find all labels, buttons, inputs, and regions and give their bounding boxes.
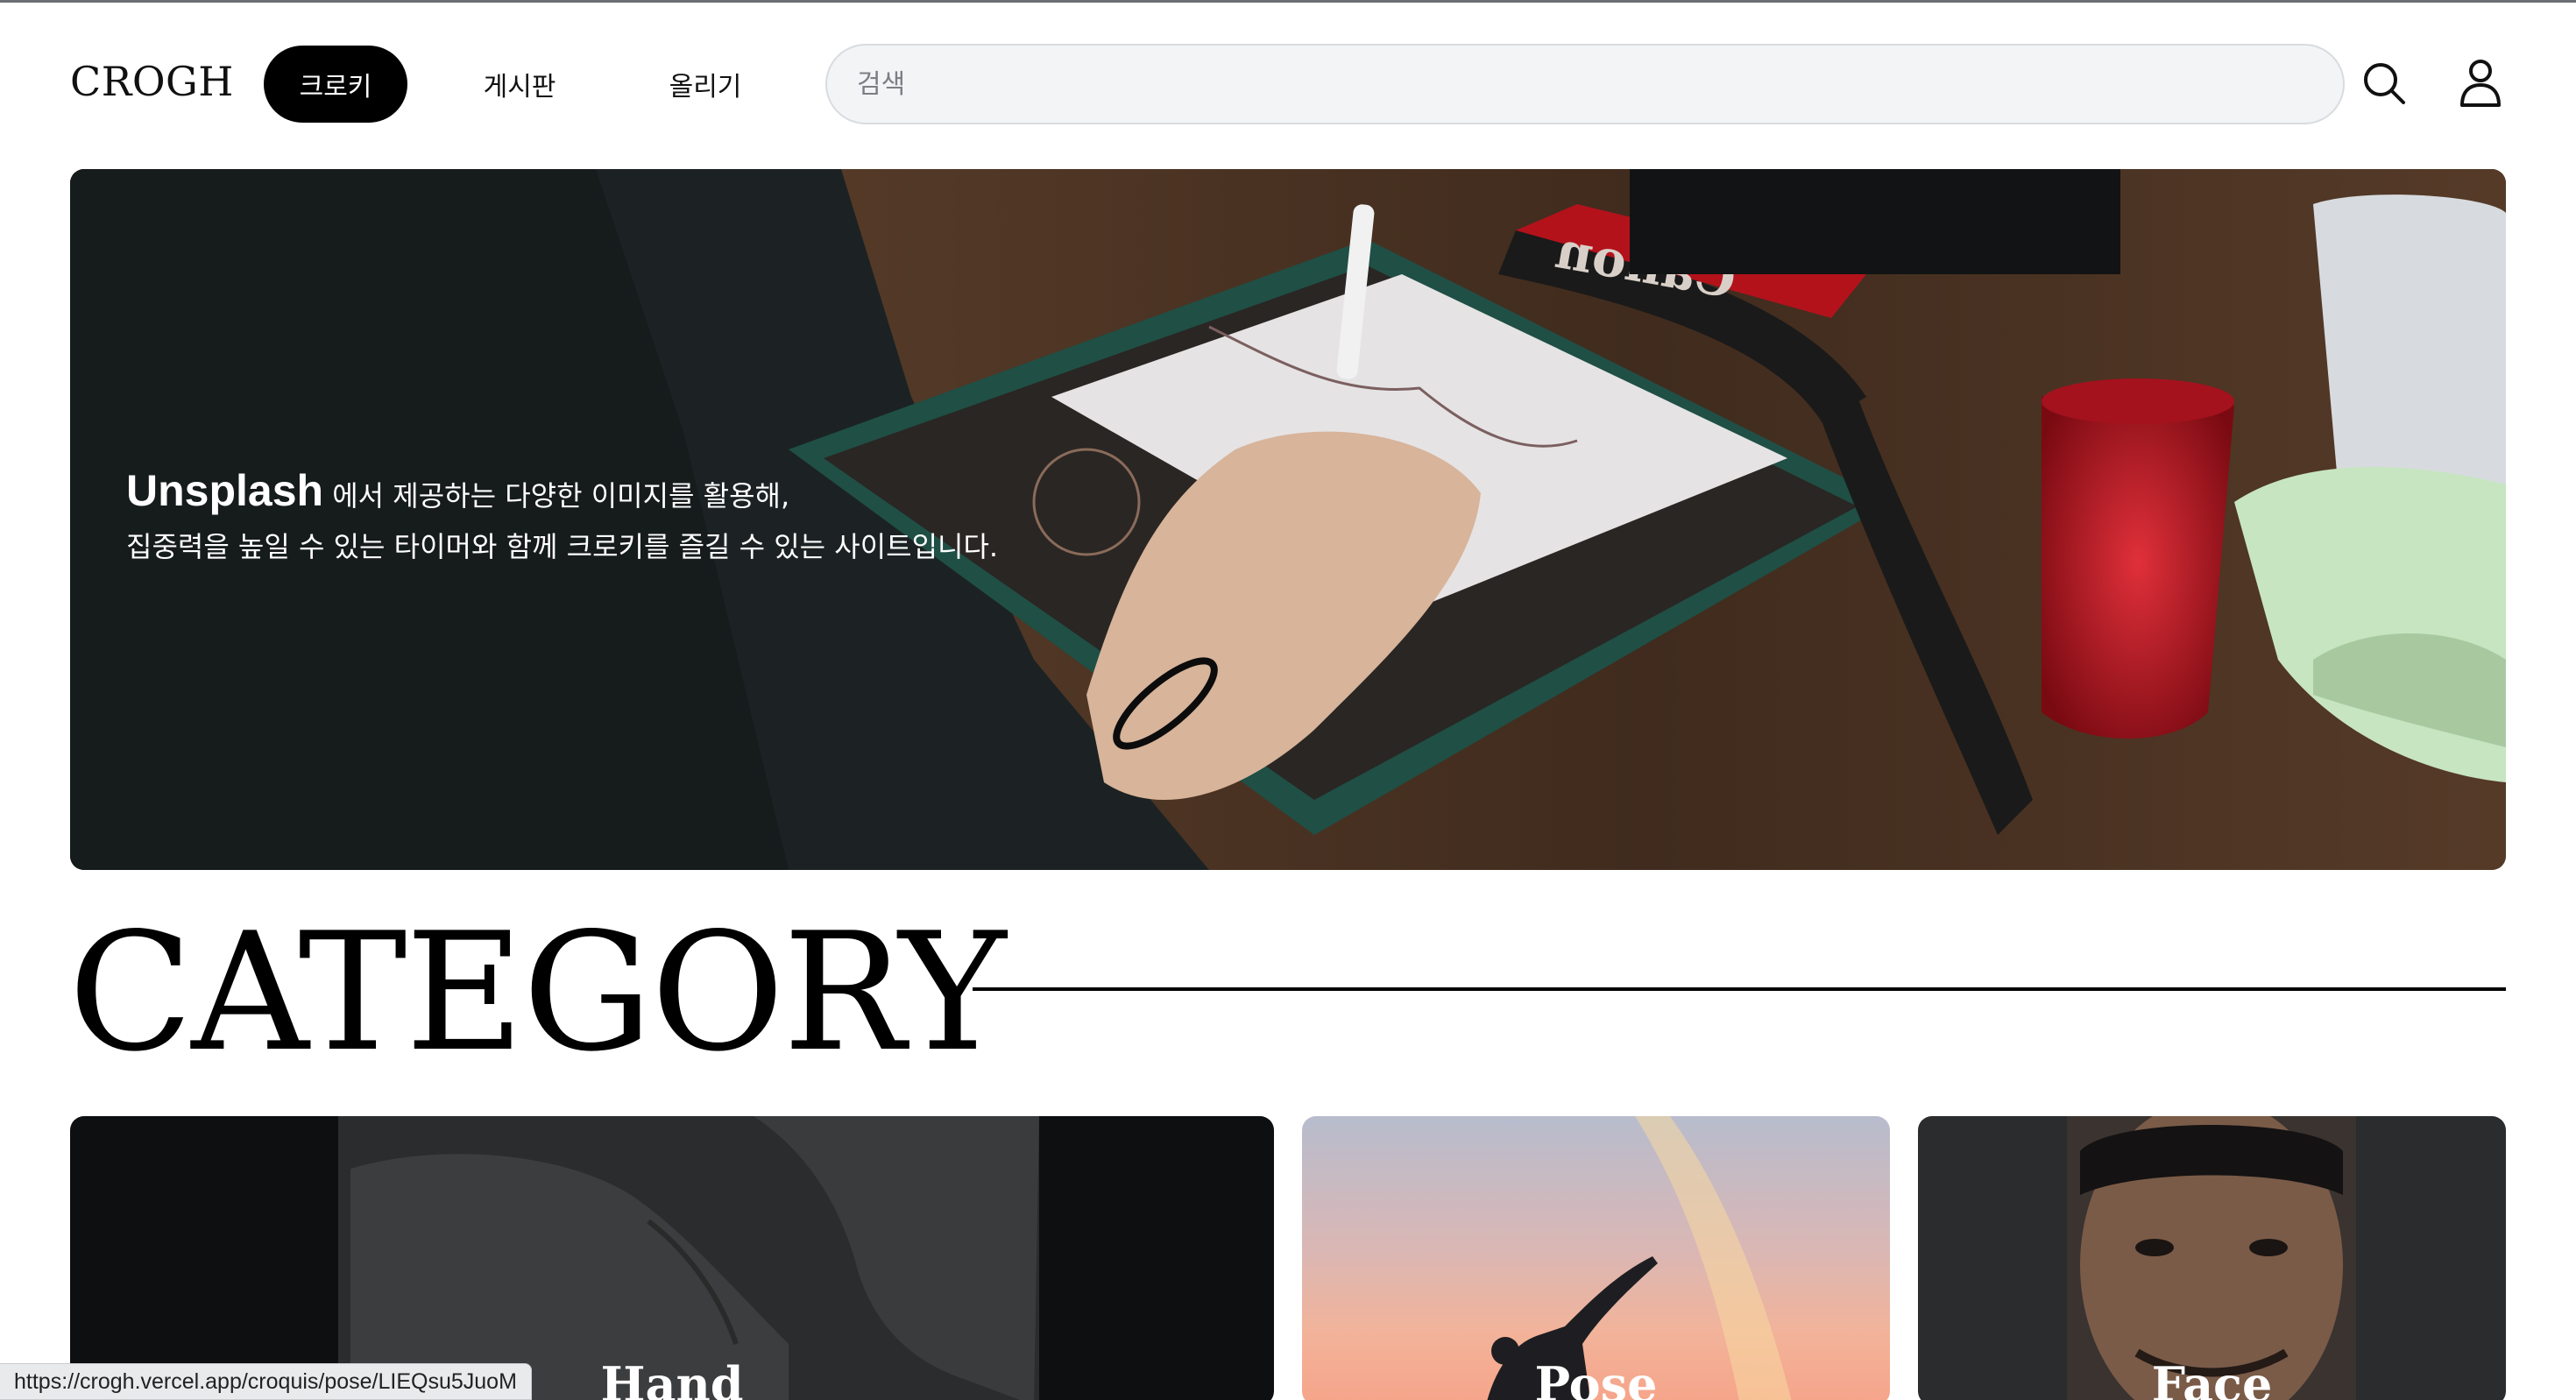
- search-icon[interactable]: [2355, 54, 2413, 112]
- category-divider: [973, 987, 2506, 991]
- window-top-border: [0, 0, 2576, 3]
- status-bar-url: https://crogh.vercel.app/croquis/pose/LI…: [0, 1363, 532, 1400]
- category-card-face[interactable]: Face: [1918, 1116, 2506, 1400]
- category-card-label: Face: [2151, 1356, 2273, 1400]
- search-input[interactable]: [825, 44, 2345, 124]
- nav-tab-board[interactable]: 게시판: [463, 46, 577, 123]
- nav-tab-croquis[interactable]: 크로키: [264, 46, 407, 123]
- hero-line-1: Unsplash 에서 제공하는 다양한 이미지를 활용해,: [126, 467, 998, 520]
- page: CROGH 크로키 게시판 올리기 검색 Unsplash 에서 제공하는 다양…: [0, 0, 2576, 1400]
- site-logo[interactable]: CROGH: [70, 58, 234, 105]
- category-heading: CATEGORY: [68, 897, 1006, 1087]
- hero-banner: Canon Unsplash 에서 제공하는 다양한 이미지를 활용해, 집중력…: [70, 169, 2506, 870]
- category-card-label: Pose: [1534, 1356, 1658, 1400]
- hero-line-2: 집중력을 높일 수 있는 타이머와 함께 크로키를 즐길 수 있는 사이트입니다…: [126, 530, 999, 563]
- hero-brand: Unsplash: [126, 466, 324, 515]
- category-card-pose[interactable]: Pose: [1302, 1116, 1890, 1400]
- hero-line-1-text: 에서 제공하는 다양한 이미지를 활용해,: [323, 479, 790, 513]
- category-card-hand[interactable]: Hand: [70, 1116, 1274, 1400]
- user-icon[interactable]: [2452, 54, 2509, 112]
- nav-tab-upload[interactable]: 올리기: [648, 46, 762, 123]
- hero-description: Unsplash 에서 제공하는 다양한 이미지를 활용해, 집중력을 높일 수…: [126, 467, 998, 570]
